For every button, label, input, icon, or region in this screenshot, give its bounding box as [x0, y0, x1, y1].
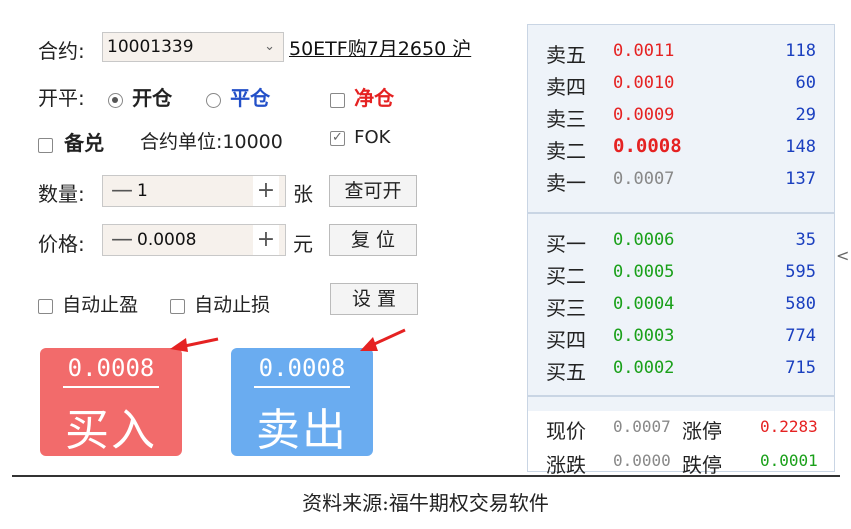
limit-up-value: 0.2283: [760, 417, 818, 436]
quote-row-change: 涨跌 0.0000 跌停 0.0001: [528, 445, 834, 477]
ask-quantity: 137: [785, 169, 816, 189]
ask-level-name: 卖三: [546, 107, 586, 131]
limit-up-label: 涨停: [682, 419, 722, 443]
ask-row[interactable]: 卖二 0.0008 148: [528, 131, 834, 163]
caption-rule: [12, 475, 840, 477]
ask-row[interactable]: 卖四 0.0010 60: [528, 67, 834, 99]
bid-row[interactable]: 买三 0.0004 580: [528, 288, 834, 320]
ask-price[interactable]: 0.0011: [613, 41, 674, 61]
bid-quantity: 774: [785, 326, 816, 346]
bid-level-name: 买一: [546, 232, 586, 256]
bid-quantity: 35: [795, 230, 816, 250]
ask-price-highlight[interactable]: 0.0008: [613, 135, 682, 157]
ask-section: 卖五 0.0011 118 卖四 0.0010 60 卖三 0.0009 29 …: [528, 35, 834, 195]
bid-section: 买一 0.0006 35 买二 0.0005 595 买三 0.0004 580…: [528, 224, 834, 384]
bid-level-name: 买三: [546, 296, 586, 320]
ask-price[interactable]: 0.0009: [613, 105, 674, 125]
bid-row[interactable]: 买一 0.0006 35: [528, 224, 834, 256]
ask-price[interactable]: 0.0007: [613, 169, 674, 189]
ask-level-name: 卖一: [546, 171, 586, 195]
bid-row[interactable]: 买五 0.0002 715: [528, 352, 834, 384]
bid-level-name: 买二: [546, 264, 586, 288]
ask-quantity: 148: [785, 137, 816, 157]
ask-quantity: 29: [795, 105, 816, 125]
bid-quantity: 595: [785, 262, 816, 282]
last-price-value: 0.0007: [613, 417, 671, 436]
change-label: 涨跌: [546, 453, 586, 477]
limit-down-label: 跌停: [682, 453, 722, 477]
figure-caption: 资料来源:福牛期权交易软件: [302, 491, 549, 515]
ask-row[interactable]: 卖三 0.0009 29: [528, 99, 834, 131]
ask-row[interactable]: 卖五 0.0011 118: [528, 35, 834, 67]
bid-price[interactable]: 0.0003: [613, 326, 674, 346]
arrow-icon: [360, 328, 406, 351]
arrow-icon: [170, 337, 219, 352]
last-price-label: 现价: [546, 419, 586, 443]
ask-quantity: 60: [795, 73, 816, 93]
bid-level-name: 买四: [546, 328, 586, 352]
ask-level-name: 卖四: [546, 75, 586, 99]
collapse-chevron-icon[interactable]: <: [836, 246, 849, 265]
bid-row[interactable]: 买二 0.0005 595: [528, 256, 834, 288]
bid-price[interactable]: 0.0006: [613, 230, 674, 250]
bid-level-name: 买五: [546, 360, 586, 384]
quote-row-last: 现价 0.0007 涨停 0.2283: [528, 411, 834, 443]
bid-price[interactable]: 0.0004: [613, 294, 674, 314]
order-book: 卖五 0.0011 118 卖四 0.0010 60 卖三 0.0009 29 …: [527, 24, 835, 477]
bid-quantity: 580: [785, 294, 816, 314]
book-divider: [528, 212, 834, 214]
change-value: 0.0000: [613, 451, 671, 470]
book-divider: [528, 395, 834, 397]
bid-price[interactable]: 0.0002: [613, 358, 674, 378]
limit-down-value: 0.0001: [760, 451, 818, 470]
ask-quantity: 118: [785, 41, 816, 61]
bid-price[interactable]: 0.0005: [613, 262, 674, 282]
ask-level-name: 卖五: [546, 43, 586, 67]
bid-row[interactable]: 买四 0.0003 774: [528, 320, 834, 352]
quote-summary: 现价 0.0007 涨停 0.2283 涨跌 0.0000 跌停 0.0001: [528, 411, 834, 477]
ask-row[interactable]: 卖一 0.0007 137: [528, 163, 834, 195]
ask-price[interactable]: 0.0010: [613, 73, 674, 93]
bid-quantity: 715: [785, 358, 816, 378]
ask-level-name: 卖二: [546, 139, 586, 163]
